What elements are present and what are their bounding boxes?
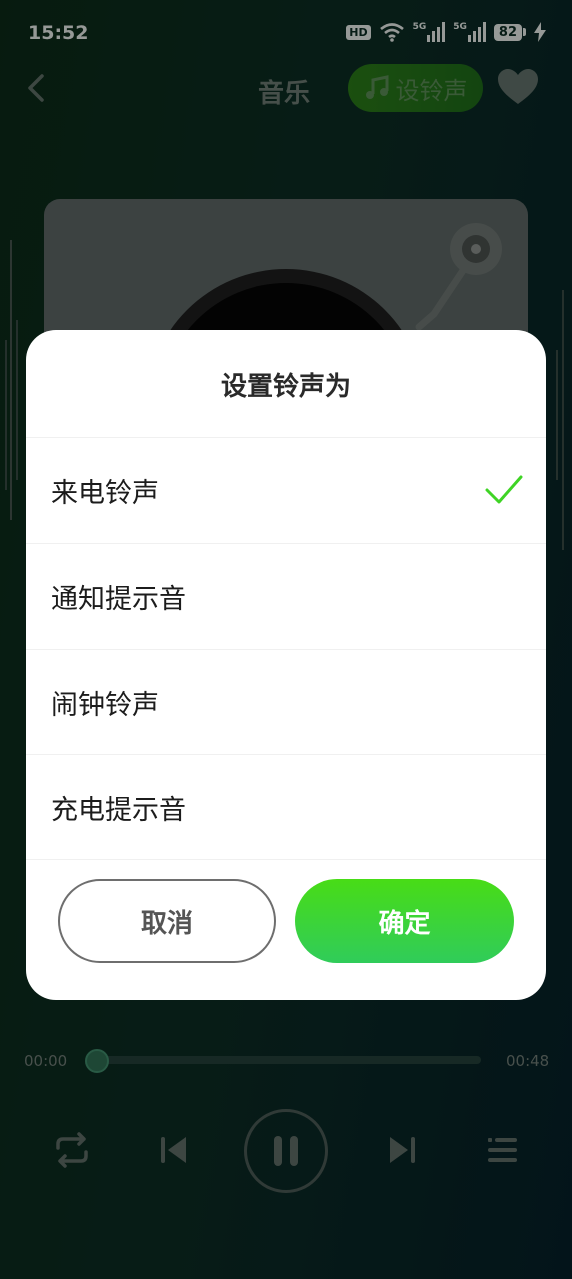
option-notification[interactable]: 通知提示音 — [26, 543, 546, 649]
confirm-button[interactable]: 确定 — [295, 879, 514, 963]
ringtone-dialog: 设置铃声为 来电铃声 通知提示音 闹钟铃声 充电提示音 取消 确定 — [26, 330, 546, 1000]
cancel-button[interactable]: 取消 — [58, 879, 276, 963]
option-label: 来电铃声 — [51, 478, 159, 509]
check-icon — [485, 475, 523, 504]
option-label: 充电提示音 — [51, 794, 186, 826]
option-incoming-call[interactable]: 来电铃声 — [26, 437, 546, 543]
option-charging[interactable]: 充电提示音 — [26, 754, 546, 860]
option-alarm[interactable]: 闹钟铃声 — [26, 649, 546, 755]
option-label: 通知提示音 — [51, 584, 186, 615]
option-label: 闹钟铃声 — [51, 690, 159, 721]
dialog-title: 设置铃声为 — [220, 372, 351, 402]
